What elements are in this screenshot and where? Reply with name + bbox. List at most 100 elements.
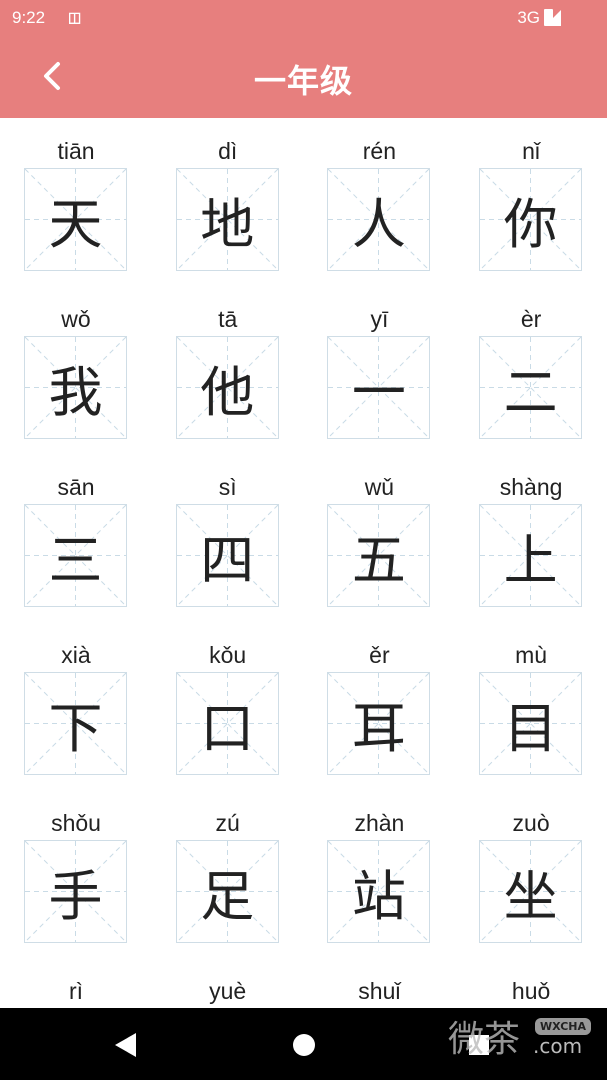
pinyin-label: wǒ [61,306,91,332]
pinyin-label: shàng [499,474,563,500]
tianzige-box: 四 [175,504,279,607]
character-card[interactable]: wǔ 五 [303,454,455,622]
tianzige-box: 地 [175,168,279,271]
battery-icon [544,9,553,26]
character-card[interactable]: rén 人 [303,118,455,286]
pinyin-label: rén [362,138,397,164]
character-card[interactable]: yuè 月 [152,958,304,1008]
tianzige-box: 站 [327,840,431,943]
hanzi-character: 下 [48,697,103,760]
watermark-tag: WXCHA [535,1018,592,1035]
hanzi-character: 我 [48,361,103,424]
status-bar: 9:22 ◫ 3G [12,8,595,30]
character-card[interactable]: zhàn 站 [303,790,455,958]
hanzi-character: 五 [351,529,406,592]
page-title: 一年级 [253,62,353,100]
character-card[interactable]: sān 三 [0,454,152,622]
tianzige-box: 手 [24,840,127,943]
hanzi-character: 足 [200,865,255,928]
hanzi-character: 人 [351,193,406,256]
pinyin-label: zú [215,810,240,836]
character-card[interactable]: shàng 上 [455,454,607,622]
tianzige-box: 人 [327,168,431,271]
hanzi-character: 天 [48,193,103,256]
character-card[interactable]: zuò 坐 [455,790,607,958]
watermark-suffix: .com [533,1034,583,1058]
pinyin-label: zhàn [354,810,405,836]
character-card[interactable]: shǒu 手 [0,790,152,958]
network-type: 3G [517,8,540,27]
hanzi-character: 手 [48,865,103,928]
tianzige-box: 你 [479,168,583,271]
hanzi-character: 四 [200,529,255,592]
notification-app-icon: ◫ [68,9,82,25]
tianzige-box: 一 [327,336,431,439]
character-card[interactable]: nǐ 你 [455,118,607,286]
character-card[interactable]: tiān 天 [0,118,152,286]
character-card[interactable]: zú 足 [152,790,304,958]
tianzige-box: 上 [479,504,583,607]
hanzi-character: 地 [200,193,255,256]
hanzi-character: 你 [503,193,558,256]
pinyin-label: xià [61,642,91,668]
hanzi-character: 坐 [503,865,558,928]
hanzi-character: 上 [503,529,558,592]
pinyin-label: èr [520,306,542,332]
pinyin-label: rì [68,978,84,1004]
tianzige-box: 二 [479,336,583,439]
triangle-back-icon[interactable] [114,1032,138,1058]
pinyin-label: kǒu [209,642,247,668]
character-card[interactable]: xià 下 [0,622,152,790]
pinyin-label: yuè [209,978,247,1004]
character-card[interactable]: mù 目 [455,622,607,790]
character-card[interactable]: wǒ 我 [0,286,152,454]
pinyin-label: tā [218,306,238,332]
hanzi-character: 二 [503,361,558,424]
hanzi-character: 一 [351,361,406,424]
pinyin-label: sì [218,474,237,500]
tianzige-box: 他 [175,336,279,439]
character-card[interactable]: shuǐ 水 [303,958,455,1008]
pinyin-label: shǒu [51,810,101,836]
tianzige-box: 我 [24,336,127,439]
pinyin-label: wǔ [364,474,395,500]
character-card[interactable]: dì 地 [152,118,304,286]
pinyin-label: tiān [57,138,95,164]
tianzige-box: 三 [24,504,127,607]
pinyin-label: ěr [369,642,390,668]
hanzi-character: 他 [200,361,255,424]
hanzi-character: 口 [200,697,255,760]
pinyin-label: zuò [512,810,550,836]
hanzi-character: 目 [503,697,558,760]
tianzige-box: 耳 [327,672,431,775]
character-card[interactable]: huǒ 火 [455,958,607,1008]
watermark-logo: 微茶 [448,1019,521,1060]
character-card[interactable]: tā 他 [152,286,304,454]
tianzige-box: 五 [327,504,431,607]
tianzige-box: 口 [175,672,279,775]
character-card[interactable]: èr 二 [455,286,607,454]
tianzige-box: 坐 [479,840,583,943]
character-card[interactable]: kǒu 口 [152,622,304,790]
character-card[interactable]: yī 一 [303,286,455,454]
tianzige-box: 天 [24,168,127,271]
pinyin-label: sān [57,474,95,500]
pinyin-label: yī [370,306,389,332]
pinyin-label: dì [218,138,238,164]
character-card[interactable]: sì 四 [152,454,304,622]
status-time: 9:22 [12,8,46,27]
tianzige-box: 目 [479,672,583,775]
tianzige-box: 足 [175,840,279,943]
character-card[interactable]: ěr 耳 [303,622,455,790]
tianzige-box: 下 [24,672,127,775]
pinyin-label: shuǐ [358,978,401,1004]
hanzi-character: 站 [351,865,406,928]
character-card[interactable]: rì 日 [0,958,152,1008]
circle-home-icon[interactable] [292,1033,316,1057]
character-grid: tiān 天 dì 地 rén 人 nǐ 你 wǒ 我 tā 他 yī 一 èr 二 sān 三… [0,118,607,1008]
hanzi-character: 耳 [351,697,406,760]
pinyin-label: nǐ [522,138,541,164]
app-header: 9:22 ◫ 3G 一年级 [0,0,607,118]
pinyin-label: huǒ [511,978,551,1004]
pinyin-label: mù [515,642,548,668]
